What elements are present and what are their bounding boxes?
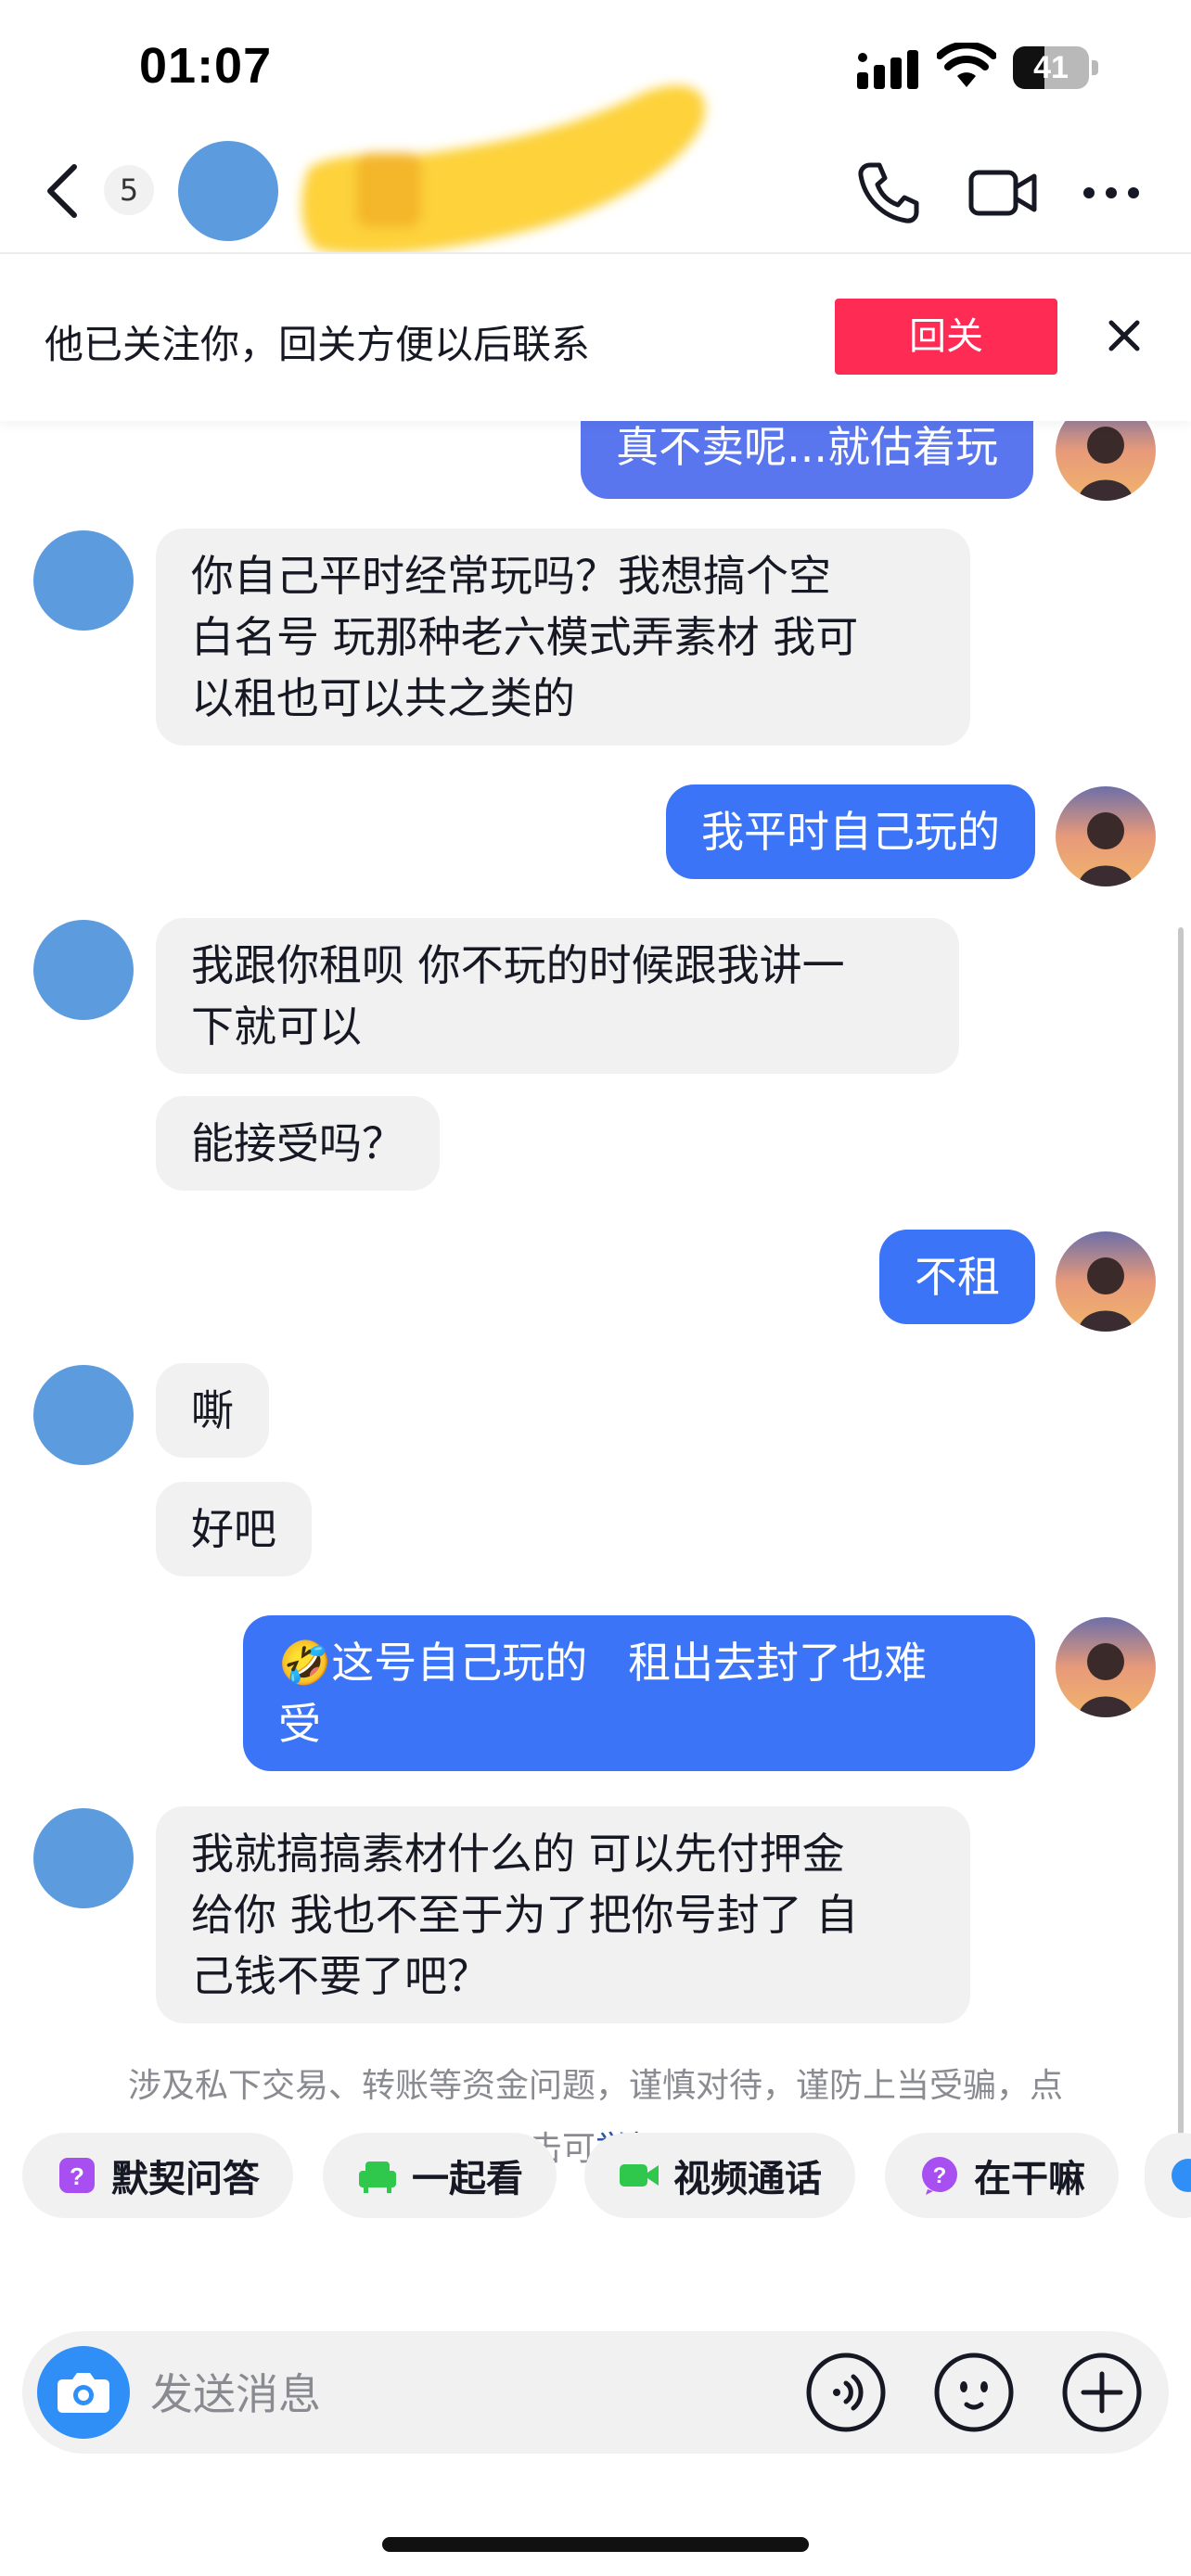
plus-icon[interactable] xyxy=(1061,2352,1143,2433)
blue-chip-icon xyxy=(1172,2159,1191,2192)
my-avatar[interactable] xyxy=(1056,1617,1156,1717)
message-bubble-incoming[interactable]: 我跟你租呗 你不玩的时候跟我讲一 下就可以 xyxy=(156,918,959,1074)
video-camera-icon[interactable] xyxy=(968,163,1039,223)
follow-back-button[interactable]: 回关 xyxy=(835,299,1057,375)
contact-avatar[interactable] xyxy=(178,141,278,241)
svg-text:?: ? xyxy=(70,2162,84,2190)
close-icon[interactable] xyxy=(1106,317,1143,354)
follow-banner-text: 他已关注你，回关方便以后联系 xyxy=(45,322,591,367)
quick-reply-video-call[interactable]: 视频通话 xyxy=(584,2133,855,2218)
laughing-emoji: 🤣 xyxy=(278,1638,332,1688)
sofa-icon xyxy=(359,2162,396,2193)
redaction-scribble xyxy=(301,85,706,254)
contact-avatar[interactable] xyxy=(33,1365,134,1465)
unread-count-badge: 5 xyxy=(104,165,154,215)
question-bubble-icon: ? xyxy=(922,2157,957,2195)
quick-reply-tacit-quiz[interactable]: ? 默契问答 xyxy=(22,2133,293,2218)
camera-button[interactable] xyxy=(37,2346,130,2439)
home-indicator xyxy=(382,2537,809,2552)
message-bubble-incoming[interactable]: 我就搞搞素材什么的 可以先付押金 给你 我也不至于为了把你号封了 自 己钱不要了… xyxy=(156,1806,970,2023)
scrollbar[interactable] xyxy=(1178,927,1184,2188)
back-icon[interactable] xyxy=(43,163,83,219)
emoji-icon[interactable] xyxy=(933,2352,1015,2433)
message-bubble-outgoing[interactable]: 不租 xyxy=(879,1230,1035,1324)
message-bubble-incoming[interactable]: 嘶 xyxy=(156,1363,269,1458)
quick-reply-more[interactable] xyxy=(1145,2133,1191,2218)
message-bubble-outgoing[interactable]: 我平时自己玩的 xyxy=(666,784,1035,879)
phone-icon[interactable] xyxy=(855,159,922,226)
cellular-signal-icon xyxy=(857,50,918,89)
quick-reply-watch-together[interactable]: 一起看 xyxy=(323,2133,557,2218)
battery-level: 41 xyxy=(1033,50,1069,85)
message-text: 这号自己玩的 租出去封了也难 受 xyxy=(278,1638,928,1749)
contact-avatar[interactable] xyxy=(33,1808,134,1908)
question-card-icon: ? xyxy=(59,2158,95,2193)
voice-message-icon[interactable] xyxy=(805,2352,887,2433)
message-bubble-incoming[interactable]: 能接受吗？ xyxy=(156,1096,440,1191)
more-icon[interactable] xyxy=(1082,182,1141,204)
wifi-icon xyxy=(937,43,996,87)
status-time: 01:07 xyxy=(139,38,273,94)
contact-avatar[interactable] xyxy=(33,920,134,1020)
message-bubble-incoming[interactable]: 你自己平时经常玩吗？我想搞个空 白名号 玩那种老六模式弄素材 我可 以租也可以共… xyxy=(156,529,970,746)
message-bubble-incoming[interactable]: 好吧 xyxy=(156,1482,312,1576)
svg-text:?: ? xyxy=(933,2163,947,2188)
battery-icon: 41 xyxy=(1013,46,1098,89)
quick-reply-what-doing[interactable]: ? 在干嘛 xyxy=(885,2133,1119,2218)
video-camera-icon xyxy=(620,2164,659,2187)
my-avatar[interactable] xyxy=(1056,786,1156,886)
message-bubble-outgoing[interactable]: 🤣这号自己玩的 租出去封了也难 受 xyxy=(243,1615,1035,1771)
message-input[interactable]: 发送消息 xyxy=(150,2361,321,2422)
my-avatar[interactable] xyxy=(1056,1231,1156,1332)
camera-icon xyxy=(58,2373,109,2413)
contact-avatar[interactable] xyxy=(33,530,134,631)
